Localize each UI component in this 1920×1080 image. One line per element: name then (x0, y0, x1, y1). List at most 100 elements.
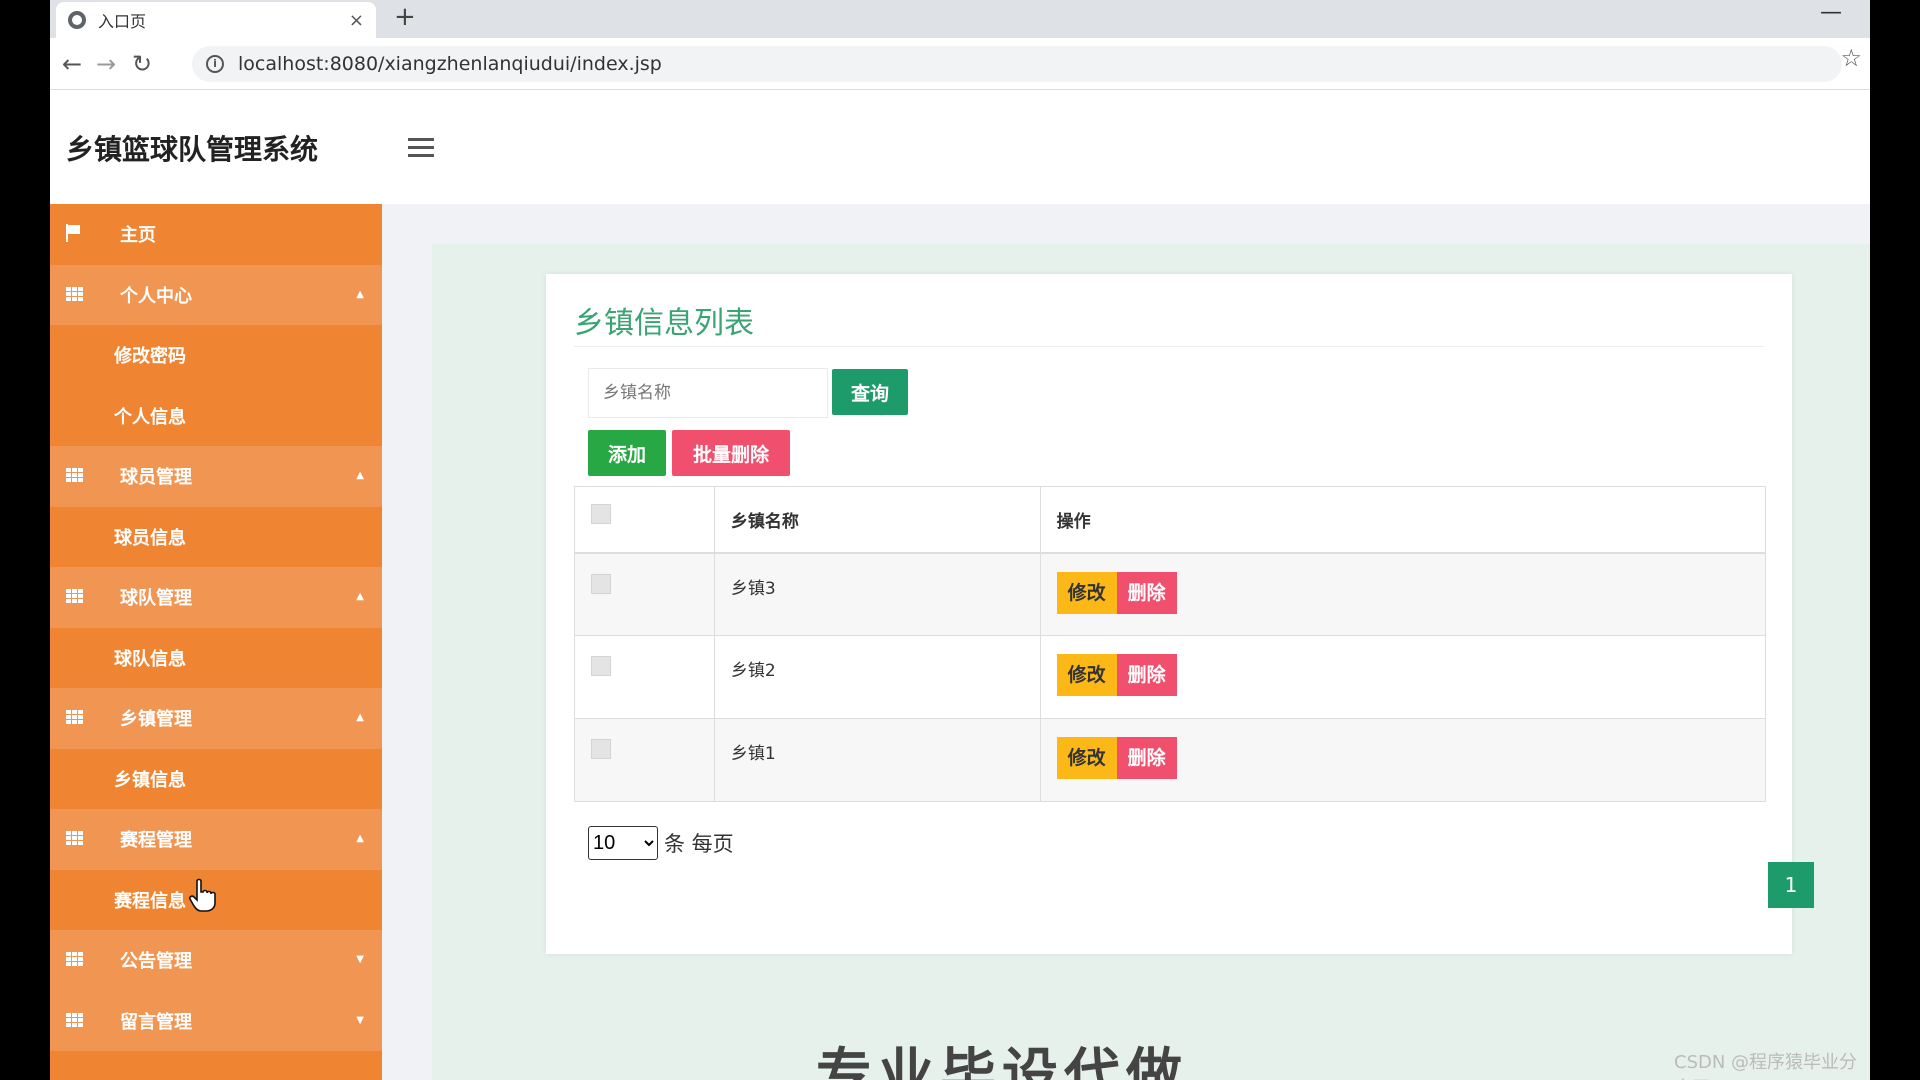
select-all-checkbox[interactable] (591, 504, 611, 525)
page-size-select[interactable]: 10 (588, 826, 658, 860)
sidebar: 主页 个人中心 ▲ 修改密码 个人信息 球员管理 ▲ 球员信息 球队管理 ▲ 球队信息 乡镇管理 ▲ 乡镇… (50, 204, 382, 1080)
edit-button[interactable]: 修改 (1056, 571, 1117, 614)
menu-toggle-icon[interactable] (408, 138, 434, 158)
caret-up-icon: ▲ (356, 470, 364, 481)
browser-tab-bar: 入口页 × + — (50, 0, 1870, 38)
sidebar-item-child-5[interactable]: 球员信息 (50, 506, 382, 567)
sidebar-item-parent-13[interactable]: 留言管理 ▼ (50, 990, 382, 1051)
bookmark-star-icon[interactable]: ☆ (1840, 44, 1862, 72)
sidebar-item-parent-1[interactable]: 个人中心 ▲ (50, 264, 382, 325)
add-button[interactable]: 添加 (588, 430, 666, 476)
sidebar-item-child-7[interactable]: 球队信息 (50, 627, 382, 688)
column-header-town-name: 乡镇名称 (713, 486, 1041, 554)
pagination-page-1[interactable]: 1 (1768, 862, 1814, 908)
sidebar-item-label: 赛程管理 (120, 830, 192, 852)
sidebar-item-label: 球队信息 (114, 648, 186, 670)
grid-icon (66, 468, 84, 482)
browser-tab[interactable]: 入口页 × (56, 2, 376, 38)
sidebar-item-parent-10[interactable]: 赛程管理 ▲ (50, 809, 382, 870)
batch-delete-button[interactable]: 批量删除 (672, 430, 790, 476)
list-card: 乡镇信息列表 查询 添加 批量删除 乡镇名称 操作 乡镇3修改删除乡镇2修改删除… (546, 274, 1814, 954)
sidebar-item-parent-4[interactable]: 球员管理 ▲ (50, 446, 382, 507)
sidebar-item-child-11[interactable]: 赛程信息 (50, 869, 382, 930)
actions-cell: 修改 删除 (1039, 718, 1767, 802)
row-checkbox[interactable] (591, 573, 611, 594)
sidebar-item-parent-12[interactable]: 公告管理 ▼ (50, 930, 382, 991)
caret-up-icon: ▲ (356, 591, 364, 602)
table-row: 乡镇3 修改 删除 (574, 552, 1767, 636)
caret-up-icon: ▲ (356, 833, 364, 844)
query-button[interactable]: 查询 (832, 369, 908, 415)
sidebar-item-child-9[interactable]: 乡镇信息 (50, 748, 382, 809)
divider (574, 346, 1764, 347)
caret-down-icon: ▼ (356, 954, 364, 965)
sidebar-item-label: 修改密码 (114, 346, 186, 368)
sidebar-item-label: 主页 (120, 225, 156, 247)
edit-button[interactable]: 修改 (1056, 737, 1117, 779)
row-select-cell (574, 552, 715, 636)
caret-up-icon: ▲ (356, 712, 364, 723)
sidebar-item-label: 球员管理 (120, 467, 192, 489)
caret-up-icon: ▲ (356, 288, 364, 300)
row-checkbox[interactable] (591, 739, 611, 759)
grid-icon (66, 952, 84, 966)
grid-icon (66, 710, 84, 724)
sidebar-item-top-0[interactable]: 主页 (50, 204, 382, 265)
grid-icon (66, 589, 84, 603)
grid-icon (66, 1012, 84, 1027)
delete-button[interactable]: 删除 (1116, 571, 1177, 614)
table-row: 乡镇2 修改 删除 (574, 635, 1767, 719)
delete-button[interactable]: 删除 (1116, 654, 1177, 696)
table-header-row: 乡镇名称 操作 (574, 486, 1767, 554)
info-icon[interactable]: i (206, 55, 224, 73)
sidebar-item-parent-8[interactable]: 乡镇管理 ▲ (50, 688, 382, 749)
actions-cell: 修改 删除 (1039, 635, 1767, 719)
url-bar[interactable]: i localhost:8080/xiangzhenlanqiudui/inde… (192, 46, 1842, 82)
reload-icon[interactable]: ↻ (132, 50, 152, 78)
page-size-unit: 条 每页 (664, 832, 734, 856)
town-name-search-input[interactable] (588, 368, 828, 418)
caret-down-icon: ▼ (356, 1014, 364, 1026)
globe-icon (68, 11, 86, 29)
town-name-cell: 乡镇3 (713, 552, 1041, 636)
new-tab-icon[interactable]: + (394, 2, 416, 32)
town-name-cell: 乡镇1 (713, 718, 1041, 802)
close-tab-icon[interactable]: × (349, 10, 364, 31)
forward-icon[interactable]: → (96, 50, 116, 78)
sidebar-item-child-3[interactable]: 个人信息 (50, 385, 382, 446)
tab-title: 入口页 (98, 12, 147, 31)
delete-button[interactable]: 删除 (1116, 737, 1177, 779)
town-table: 乡镇名称 操作 乡镇3 修改 删除 乡镇2 修改 删除 乡镇1 修改 删除 (574, 486, 1767, 802)
select-all-cell (574, 486, 715, 554)
sidebar-item-child-2[interactable]: 修改密码 (50, 325, 382, 386)
sidebar-item-label: 个人信息 (114, 406, 186, 428)
hand-cursor-icon (189, 878, 216, 912)
actions-cell: 修改 删除 (1039, 552, 1767, 636)
edit-button[interactable]: 修改 (1056, 654, 1117, 696)
app-title: 乡镇篮球队管理系统 (66, 133, 319, 166)
table-row: 乡镇1 修改 删除 (574, 718, 1767, 802)
minimize-icon[interactable]: — (1820, 0, 1842, 25)
column-header-actions: 操作 (1039, 486, 1767, 554)
sidebar-item-label: 留言管理 (120, 1011, 192, 1033)
sidebar-item-label: 乡镇信息 (114, 769, 186, 791)
address-bar-row: ← → ↻ i localhost:8080/xiangzhenlanqiudu… (50, 38, 1870, 90)
sidebar-item-label: 赛程信息 (114, 890, 186, 912)
flag-icon (66, 224, 82, 242)
sidebar-item-label: 球员信息 (114, 527, 186, 549)
sidebar-item-label: 乡镇管理 (120, 709, 192, 731)
page-size-control: 10 条 每页 (588, 826, 734, 860)
grid-icon (66, 286, 84, 301)
town-name-cell: 乡镇2 (713, 635, 1041, 719)
grid-icon (66, 831, 84, 845)
row-select-cell (574, 718, 715, 802)
page-title: 乡镇信息列表 (574, 306, 754, 341)
row-checkbox[interactable] (591, 656, 611, 676)
csdn-watermark: CSDN @程序猿毕业分享网 (1674, 1052, 1858, 1080)
sidebar-item-label: 球队管理 (120, 588, 192, 610)
screen: 入口页 × + — ← → ↻ i localhost:8080/xiangzh… (50, 0, 1870, 1080)
url-text[interactable]: localhost:8080/xiangzhenlanqiudui/index.… (238, 53, 662, 75)
back-icon[interactable]: ← (62, 50, 82, 78)
overlay-ad-text: 专业毕设代做 (816, 1043, 1188, 1080)
sidebar-item-parent-6[interactable]: 球队管理 ▲ (50, 567, 382, 628)
